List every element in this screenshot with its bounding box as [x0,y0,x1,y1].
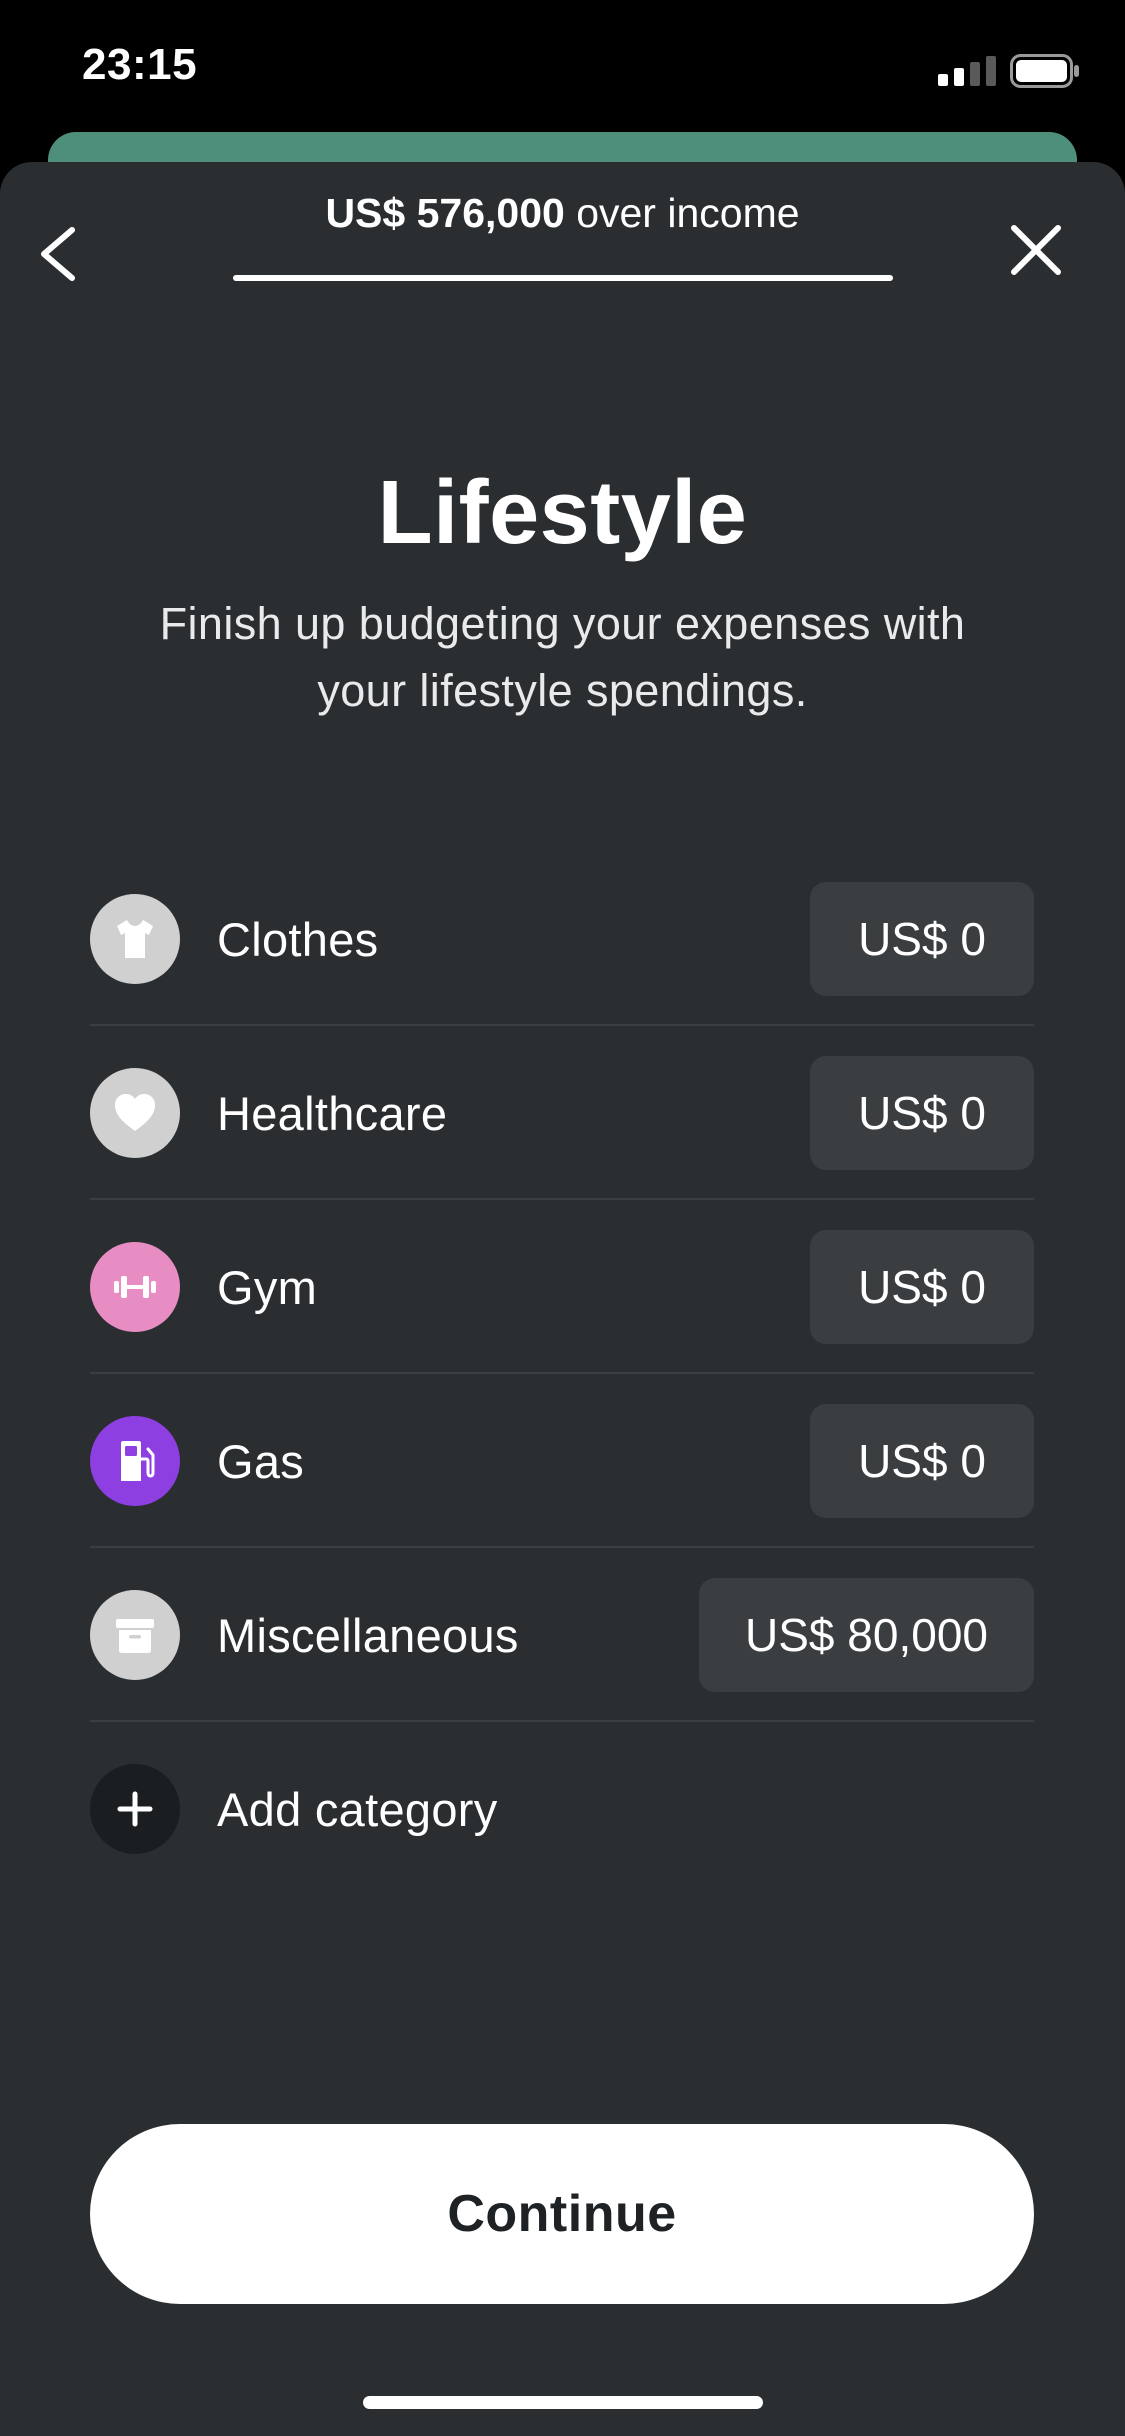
add-category-label: Add category [217,1783,498,1836]
budget-progress-fill [233,275,893,281]
page-subtitle: Finish up budgeting your expenses with y… [159,598,966,716]
close-button[interactable] [1000,214,1072,286]
heart-icon [115,1094,155,1131]
category-list: Clothes US$ 0 Healthcare US$ 0 Gym US$ 0… [90,852,1034,1896]
screen: 23:15 US$ 576,000 over income Lifestyle … [0,0,1125,2436]
category-amount-field[interactable]: US$ 0 [810,1404,1034,1518]
add-category-button[interactable]: Add category [90,1722,1034,1896]
category-icon-badge [90,894,180,984]
over-income-summary: US$ 576,000 over income [0,190,1125,237]
gas-pump-icon [121,1441,155,1481]
budget-progress-bar [233,275,893,281]
category-row-gym[interactable]: Gym US$ 0 [90,1200,1034,1374]
lifestyle-sheet: US$ 576,000 over income Lifestyle Finish… [0,162,1125,2436]
category-row-clothes[interactable]: Clothes US$ 0 [90,852,1034,1026]
tshirt-icon [117,920,153,958]
category-icon-badge [90,1590,180,1680]
category-icon-badge [90,1242,180,1332]
category-row-healthcare[interactable]: Healthcare US$ 0 [90,1026,1034,1200]
dumbbell-icon [114,1276,156,1298]
continue-button[interactable]: Continue [90,2124,1034,2304]
over-income-suffix: over income [564,190,800,236]
page-title: Lifestyle [377,463,748,563]
category-row-miscellaneous[interactable]: Miscellaneous US$ 80,000 [90,1548,1034,1722]
category-label: Gas [217,1435,305,1488]
plus-icon [117,1791,153,1827]
archive-box-icon [116,1619,154,1653]
category-amount-field[interactable]: US$ 0 [810,1056,1034,1170]
category-row-gas[interactable]: Gas US$ 0 [90,1374,1034,1548]
status-time: 23:15 [82,40,198,89]
over-income-amount: US$ 576,000 [325,190,565,236]
battery-icon [1010,54,1079,88]
category-label: Healthcare [217,1087,448,1140]
home-indicator [363,2396,763,2409]
category-label: Miscellaneous [217,1609,519,1662]
cellular-signal-icon [938,56,996,86]
category-label: Gym [217,1261,318,1314]
category-icon-badge [90,1068,180,1158]
category-amount-field[interactable]: US$ 80,000 [699,1578,1034,1692]
status-bar: 23:15 [0,0,1125,135]
category-amount-field[interactable]: US$ 0 [810,882,1034,996]
add-category-icon-badge [90,1764,180,1854]
category-label: Clothes [217,913,379,966]
close-icon [1011,225,1061,275]
category-icon-badge [90,1416,180,1506]
category-amount-field[interactable]: US$ 0 [810,1230,1034,1344]
